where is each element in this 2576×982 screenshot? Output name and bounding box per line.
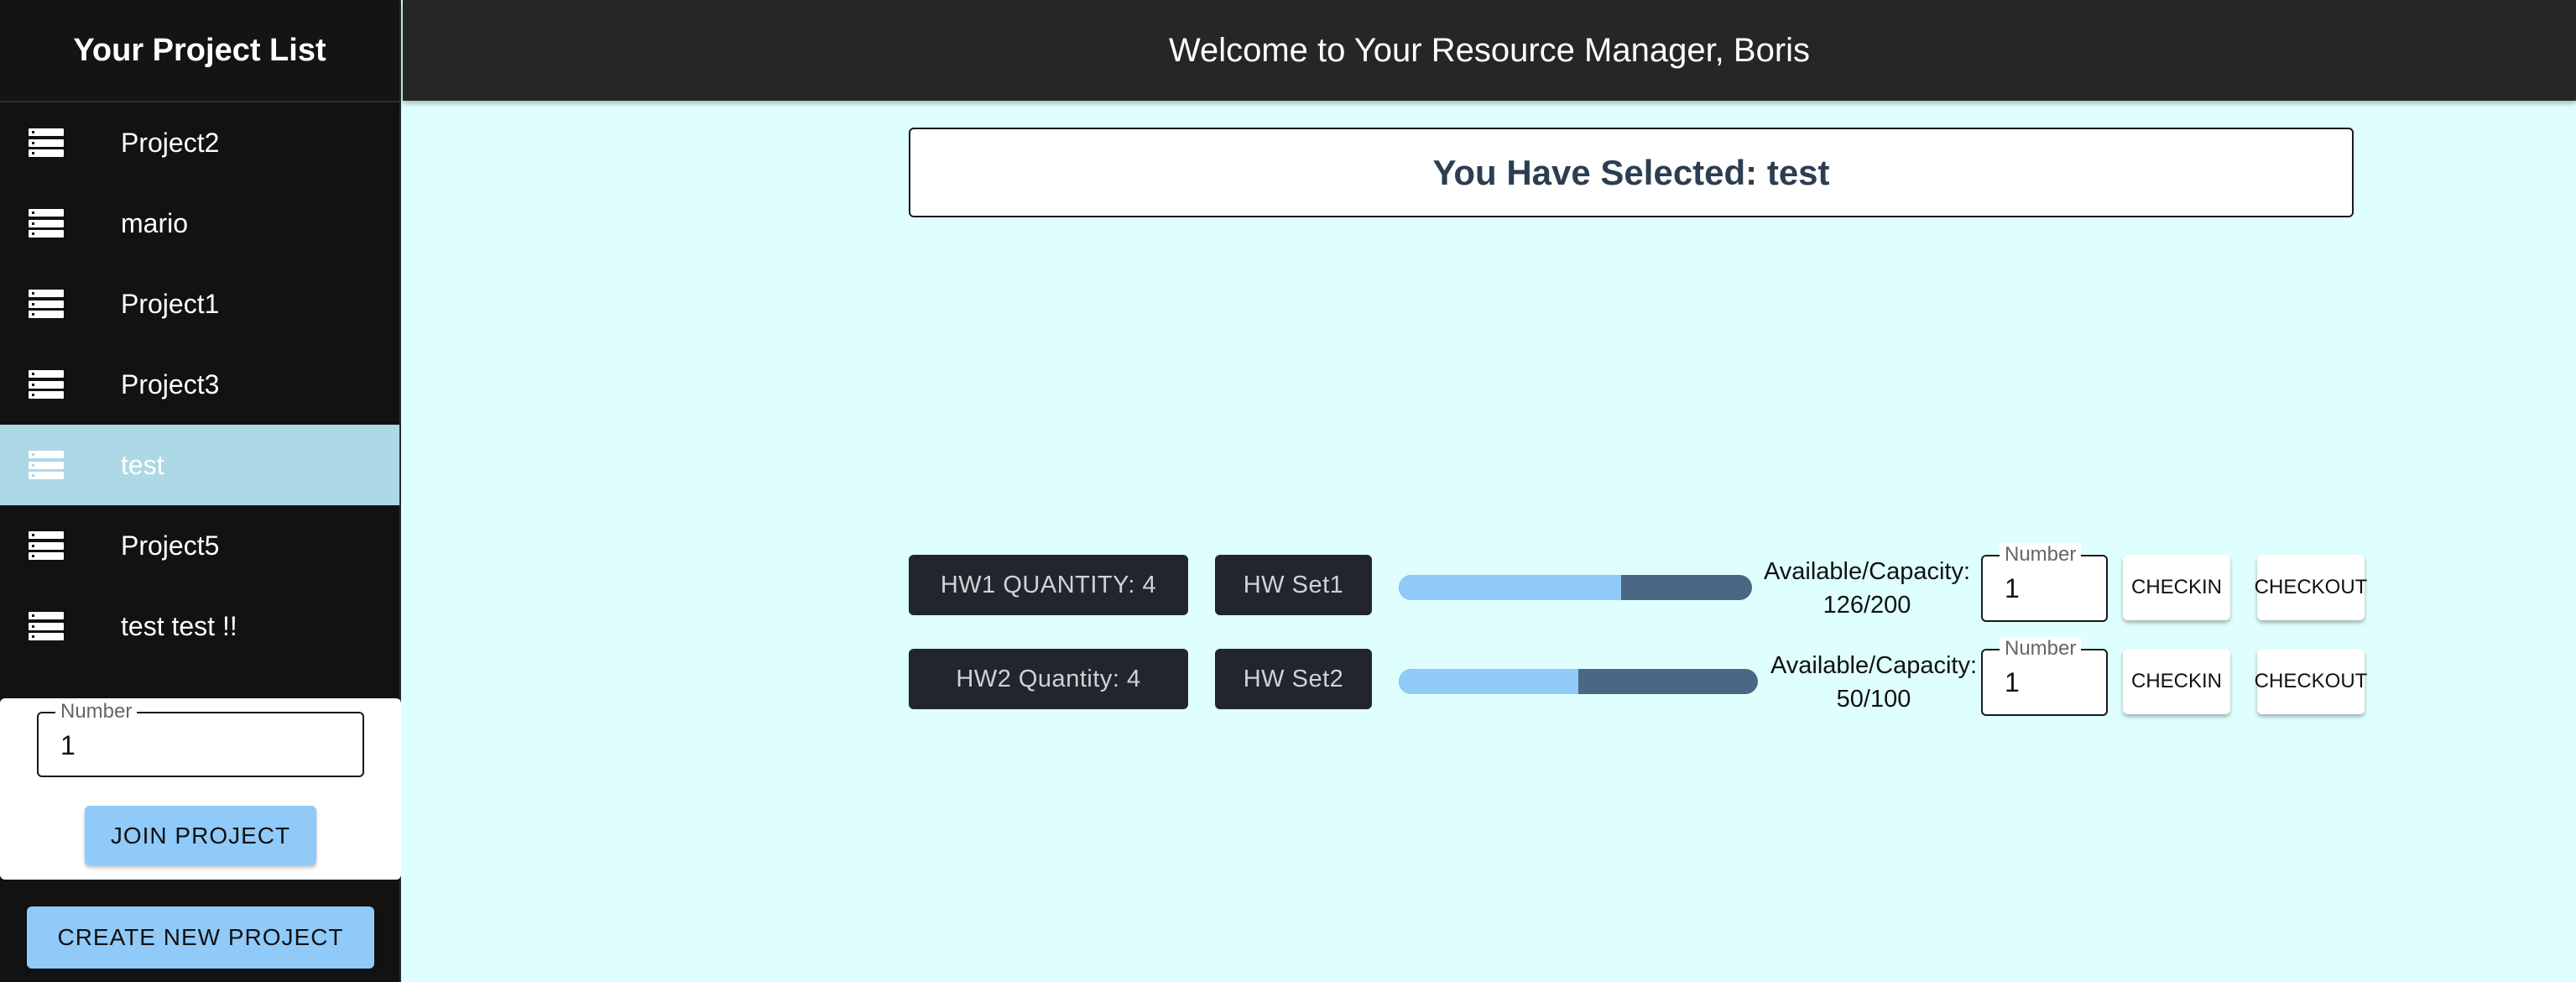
sidebar-item-test-test[interactable]: test test !! <box>0 586 399 666</box>
sidebar: Your Project List Project2 mario Project… <box>0 0 401 982</box>
sidebar-item-label: Project1 <box>121 288 220 319</box>
sidebar-item-label: mario <box>121 207 189 238</box>
sidebar-item-project2[interactable]: Project2 <box>0 102 399 183</box>
project-list: Project2 mario Project1 Project3 test Pr… <box>0 102 399 666</box>
field-label: Number <box>2000 637 2082 661</box>
hw1-number-field[interactable]: Number 1 <box>1981 543 2108 622</box>
hw2-availability: Available/Capacity: 50/100 <box>1769 649 1979 716</box>
field-value[interactable]: 1 <box>2005 573 2104 604</box>
join-project-number-field[interactable]: Number 1 <box>37 700 364 777</box>
availability-value: 126/200 <box>1822 592 1911 619</box>
hw-set2-button[interactable]: HW Set2 <box>1215 649 1372 709</box>
selected-project-text: You Have Selected: test <box>1432 152 1830 192</box>
hw1-checkin-button[interactable]: CHECKIN <box>2123 555 2230 620</box>
selected-project-banner: You Have Selected: test <box>909 128 2354 217</box>
server-list-icon <box>29 128 64 157</box>
field-label: Number <box>2000 543 2082 567</box>
server-list-icon <box>29 612 64 640</box>
server-list-icon <box>29 370 64 399</box>
sidebar-item-project5[interactable]: Project5 <box>0 505 399 586</box>
hw1-availability: Available/Capacity: 126/200 <box>1762 555 1972 622</box>
hw-set1-button[interactable]: HW Set1 <box>1215 555 1372 615</box>
join-project-panel: Number 1 JOIN PROJECT <box>0 698 401 880</box>
availability-label: Available/Capacity: <box>1770 652 1978 679</box>
sidebar-item-project1[interactable]: Project1 <box>0 264 399 344</box>
hw1-availability-bar <box>1399 575 1752 600</box>
hw2-checkout-button[interactable]: CHECKOUT <box>2255 649 2367 714</box>
hw2-quantity-button[interactable]: HW2 Quantity: 4 <box>909 649 1188 709</box>
sidebar-item-label: Project5 <box>121 530 220 561</box>
hw2-number-field[interactable]: Number 1 <box>1981 637 2108 716</box>
hw1-availability-fill <box>1399 575 1622 600</box>
server-list-icon <box>29 531 64 560</box>
field-value[interactable]: 1 <box>60 730 320 761</box>
sidebar-item-project3[interactable]: Project3 <box>0 344 399 425</box>
field-label: Number <box>55 700 138 723</box>
sidebar-item-mario[interactable]: mario <box>0 183 399 264</box>
sidebar-item-test[interactable]: test <box>0 425 399 505</box>
hw2-availability-fill <box>1399 669 1578 694</box>
welcome-title: Welcome to Your Resource Manager, Boris <box>1168 31 1811 69</box>
header-bar: Welcome to Your Resource Manager, Boris <box>403 0 2576 101</box>
field-value[interactable]: 1 <box>2005 667 2104 698</box>
join-project-button[interactable]: JOIN PROJECT <box>85 806 316 865</box>
sidebar-title: Your Project List <box>73 32 326 68</box>
server-list-icon <box>29 290 64 318</box>
sidebar-item-label: test test !! <box>121 610 237 641</box>
server-list-icon <box>29 451 64 479</box>
sidebar-header: Your Project List <box>0 0 399 102</box>
create-new-project-button[interactable]: CREATE NEW PROJECT <box>27 906 374 969</box>
sidebar-item-label: Project2 <box>121 127 220 158</box>
hw2-checkin-button[interactable]: CHECKIN <box>2123 649 2230 714</box>
availability-label: Available/Capacity: <box>1763 558 1971 585</box>
sidebar-item-label: Project3 <box>121 368 220 400</box>
hw1-quantity-button[interactable]: HW1 QUANTITY: 4 <box>909 555 1188 615</box>
hw2-availability-bar <box>1399 669 1758 694</box>
sidebar-item-label: test <box>121 449 164 480</box>
server-list-icon <box>29 209 64 238</box>
availability-value: 50/100 <box>1836 686 1911 713</box>
hw1-checkout-button[interactable]: CHECKOUT <box>2255 555 2367 620</box>
